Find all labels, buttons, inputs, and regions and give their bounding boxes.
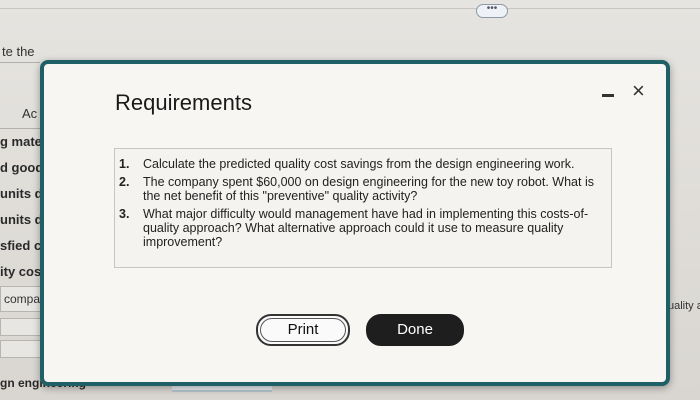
background-line <box>0 128 40 129</box>
minimize-icon[interactable] <box>602 94 614 97</box>
background-box <box>0 340 42 358</box>
requirement-text: Calculate the predicted quality cost sav… <box>143 157 575 171</box>
requirement-text: What major difficulty would management h… <box>143 207 589 249</box>
requirement-number: 3. <box>119 207 130 221</box>
requirement-item: 2. The company spent $60,000 on design e… <box>115 175 611 203</box>
background-text: g mate <box>0 134 42 149</box>
dialog-title: Requirements <box>115 90 252 115</box>
requirement-item: 3. What major difficulty would managemen… <box>115 207 611 249</box>
more-options-button[interactable]: ••• <box>476 4 508 18</box>
done-button-label: Done <box>397 321 433 338</box>
background-text: uality activ <box>668 300 700 312</box>
requirements-dialog: Requirements × 1. Calculate the predicte… <box>40 60 670 386</box>
background-box <box>0 318 42 336</box>
requirements-list: 1. Calculate the predicted quality cost … <box>115 149 611 249</box>
top-divider <box>0 8 700 9</box>
background-text: ity cost <box>0 264 46 279</box>
requirement-number: 2. <box>119 175 130 189</box>
print-button[interactable]: Print <box>256 314 350 346</box>
background-text: te the <box>2 44 35 59</box>
requirement-item: 1. Calculate the predicted quality cost … <box>115 157 611 171</box>
requirement-number: 1. <box>119 157 130 171</box>
requirement-text: The company spent $60,000 on design engi… <box>143 175 594 203</box>
print-button-focus-ring <box>260 318 346 342</box>
requirements-panel: 1. Calculate the predicted quality cost … <box>114 148 612 268</box>
done-button[interactable]: Done <box>366 314 464 346</box>
background-line <box>0 62 40 63</box>
close-icon[interactable]: × <box>632 80 645 102</box>
background-text: Ac <box>22 106 38 121</box>
